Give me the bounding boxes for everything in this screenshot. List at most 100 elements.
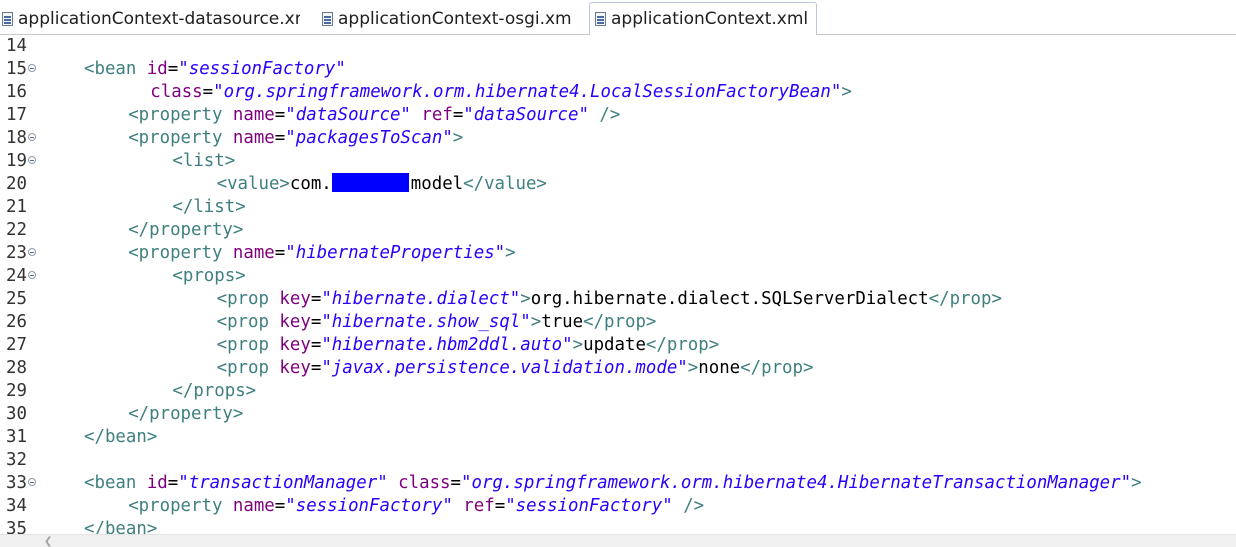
xml-token-val: "javax.persistence.validation.mode" xyxy=(321,358,688,378)
xml-token-val: "hibernate.dialect" xyxy=(321,289,521,309)
xml-token-eq: = xyxy=(167,473,179,493)
code-line[interactable]: 22 </property> xyxy=(0,219,1236,242)
xml-token-tag: </bean> xyxy=(84,427,158,447)
xml-token-val: "org.springframework.orm.hibernate4.Hibe… xyxy=(461,473,1132,493)
editor-tab-bar: applicationContext-datasource.xml applic… xyxy=(0,0,1236,35)
xml-token-tag: <prop xyxy=(216,335,280,355)
fold-collapse-icon[interactable] xyxy=(28,156,36,164)
xml-token-attr: class xyxy=(398,473,451,493)
close-tab-icon[interactable]: ✕ xyxy=(815,12,816,26)
line-number: 26 xyxy=(6,312,27,332)
code-line[interactable]: 23 <property name="hibernateProperties"> xyxy=(0,242,1236,265)
xml-token-tag: </property> xyxy=(128,404,244,424)
xml-token-tag: <property xyxy=(128,496,233,516)
xml-token-attr: name xyxy=(232,496,275,516)
xml-token-txt xyxy=(673,496,683,516)
tab-applicationcontext-datasource[interactable]: applicationContext-datasource.xml xyxy=(0,3,300,34)
code-text: <property name="packagesToScan"> xyxy=(128,127,463,150)
code-line[interactable]: 15 <bean id="sessionFactory" xyxy=(0,58,1236,81)
xml-token-txt: none xyxy=(698,358,741,378)
xml-token-attr: key xyxy=(279,358,311,378)
code-line[interactable]: 17 <property name="dataSource" ref="dataS… xyxy=(0,104,1236,127)
xml-token-txt xyxy=(388,473,398,493)
horizontal-scrollbar[interactable]: ❮ xyxy=(0,534,1236,547)
xml-token-txt: com. xyxy=(289,174,332,194)
code-line[interactable]: 14 xyxy=(0,35,1236,58)
xml-token-val: "dataSource" xyxy=(463,105,589,125)
xml-token-eq: = xyxy=(274,105,286,125)
xml-token-tag: </property> xyxy=(128,220,244,240)
xml-token-val: "hibernateProperties" xyxy=(285,243,506,263)
xml-token-eq: = xyxy=(274,128,286,148)
code-line[interactable]: 31 </bean> xyxy=(0,426,1236,449)
code-line[interactable]: 26 <prop key="hibernate.show_sql">true</p… xyxy=(0,311,1236,334)
xml-token-attr: key xyxy=(279,312,311,332)
line-number: 19 xyxy=(6,151,27,171)
tab-label: applicationContext-datasource.xml xyxy=(18,8,300,29)
xml-token-tag: > xyxy=(520,289,531,309)
xml-token-tag: </prop> xyxy=(583,312,657,332)
xml-token-eq: = xyxy=(494,496,506,516)
xml-token-tag: > xyxy=(687,358,699,378)
line-number: 18 xyxy=(6,128,27,148)
fold-collapse-icon[interactable] xyxy=(28,478,36,486)
code-line[interactable]: 25 <prop key="hibernate.dialect">org.hibe… xyxy=(0,288,1236,311)
xml-token-tag: <prop xyxy=(216,312,280,332)
tab-applicationcontext-osgi[interactable]: applicationContext-osgi.xml xyxy=(322,3,572,34)
xml-token-txt xyxy=(589,105,599,125)
code-line[interactable]: 28 <prop key="javax.persistence.validatio… xyxy=(0,357,1236,380)
xml-token-tag: > xyxy=(572,335,584,355)
code-line[interactable]: 34 <property name="sessionFactory" ref="s… xyxy=(0,495,1236,518)
line-number: 22 xyxy=(6,220,27,240)
xml-token-tag: > xyxy=(452,128,464,148)
code-line[interactable]: 19 <list> xyxy=(0,150,1236,173)
xml-token-val: "transactionManager" xyxy=(178,473,388,493)
xml-token-val: "sessionFactory" xyxy=(505,496,673,516)
xml-token-eq: = xyxy=(452,105,464,125)
line-number: 35 xyxy=(6,519,27,534)
code-line[interactable]: 29 </props> xyxy=(0,380,1236,403)
xml-token-tag: </prop> xyxy=(740,358,814,378)
code-line[interactable]: 30 </property> xyxy=(0,403,1236,426)
code-line[interactable]: 24 <props> xyxy=(0,265,1236,288)
line-number: 20 xyxy=(6,174,27,194)
fold-collapse-icon[interactable] xyxy=(28,271,36,279)
code-line[interactable]: 33 <bean id="transactionManager" class="o… xyxy=(0,472,1236,495)
code-line[interactable]: 32 xyxy=(0,449,1236,472)
scroll-left-arrow-icon[interactable]: ❮ xyxy=(44,536,52,547)
xml-token-tag: <list> xyxy=(172,151,236,171)
xml-token-attr: name xyxy=(232,105,275,125)
code-text: <list> xyxy=(172,150,235,173)
code-line[interactable]: 16 class="org.springframework.orm.hiberna… xyxy=(0,81,1236,104)
xml-token-val: "org.springframework.orm.hibernate4.Loca… xyxy=(213,82,842,102)
code-line[interactable]: 35 </bean> xyxy=(0,518,1236,534)
xml-token-attr: ref xyxy=(463,496,495,516)
xml-token-tag: </props> xyxy=(172,381,257,401)
redacted-text xyxy=(331,173,409,192)
xml-token-val: "hibernate.hbm2ddl.auto" xyxy=(321,335,573,355)
code-line[interactable]: 20 <value>com. model</value> xyxy=(0,173,1236,196)
xml-token-txt: model xyxy=(410,174,464,194)
fold-collapse-icon[interactable] xyxy=(28,133,36,141)
fold-collapse-icon[interactable] xyxy=(28,64,36,72)
code-text: <property name="hibernateProperties"> xyxy=(128,242,515,265)
tab-label: applicationContext-osgi.xml xyxy=(338,8,572,29)
code-text: class="org.springframework.orm.hibernate… xyxy=(150,81,852,104)
xml-token-val: "packagesToScan" xyxy=(285,128,453,148)
code-line[interactable]: 21 </list> xyxy=(0,196,1236,219)
code-line[interactable]: 27 <prop key="hibernate.hbm2ddl.auto">upd… xyxy=(0,334,1236,357)
code-editor[interactable]: 14 15 <bean id="sessionFactory" 16 class="or… xyxy=(0,35,1236,534)
code-line[interactable]: 18 <property name="packagesToScan"> xyxy=(0,127,1236,150)
xml-token-txt xyxy=(453,496,463,516)
xml-token-val: "dataSource" xyxy=(285,105,411,125)
xml-token-tag: <value> xyxy=(216,174,290,194)
fold-collapse-icon[interactable] xyxy=(28,248,36,256)
xml-token-txt: update xyxy=(583,335,646,355)
xml-token-attr: ref xyxy=(421,105,453,125)
line-number: 16 xyxy=(6,82,27,102)
code-text: </bean> xyxy=(84,518,157,534)
line-number: 15 xyxy=(6,59,27,79)
xml-file-icon xyxy=(2,11,13,26)
xml-token-attr: key xyxy=(279,289,311,309)
tab-applicationcontext[interactable]: applicationContext.xml ✕ xyxy=(589,2,817,35)
